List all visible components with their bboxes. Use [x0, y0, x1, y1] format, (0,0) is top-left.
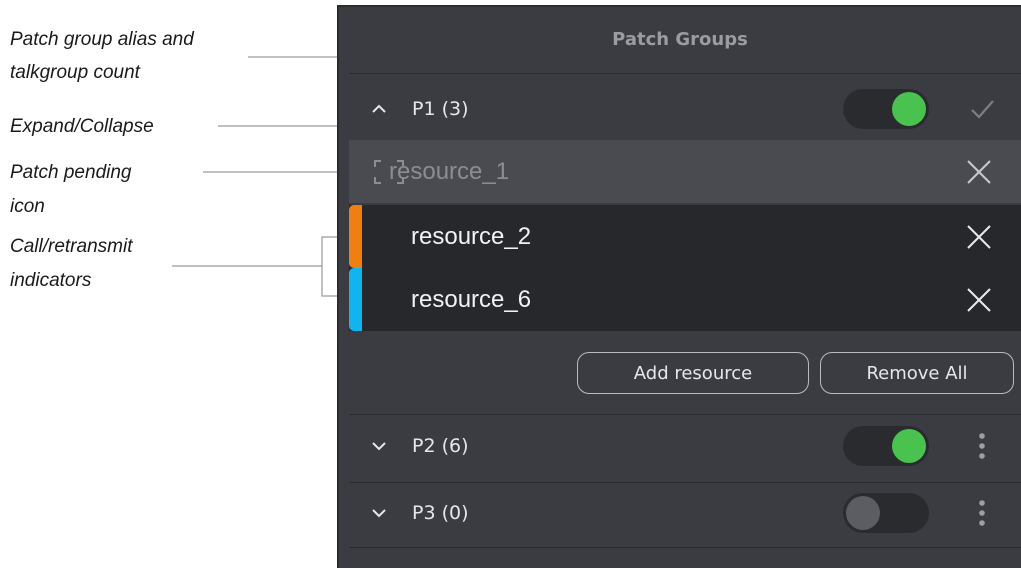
resource-row-retransmit[interactable]: resource_6	[349, 268, 1021, 331]
patch-group-label: P3 (0)	[412, 502, 469, 524]
resource-row-pending[interactable]: resource_1	[349, 140, 1021, 203]
divider	[349, 73, 1021, 74]
patch-group-label: P2 (6)	[412, 435, 469, 457]
resource-label: resource_6	[411, 285, 532, 313]
toggle-knob	[892, 92, 926, 126]
chevron-down-icon[interactable]	[371, 438, 387, 454]
add-resource-button[interactable]: Add resource	[577, 352, 809, 394]
patch-groups-panel: Patch Groups P1 (3) resource_1 resource_…	[337, 5, 1021, 568]
patch-group-toggle[interactable]	[843, 426, 929, 466]
remove-all-button[interactable]: Remove All	[820, 352, 1014, 394]
resource-label: resource_2	[411, 222, 532, 250]
patch-group-row-p2[interactable]: P2 (6)	[349, 416, 1021, 476]
callout-call-line1: Call/retransmit	[10, 236, 133, 257]
callout-pending-line2: icon	[10, 196, 45, 217]
callout-pending-line1: Patch pending	[10, 162, 132, 183]
chevron-down-icon[interactable]	[371, 505, 387, 521]
callout-alias-line2: talkgroup count	[10, 62, 140, 83]
remove-resource-icon[interactable]	[964, 285, 994, 315]
patch-group-row-p1[interactable]: P1 (3)	[349, 79, 1021, 139]
patch-group-row-p3[interactable]: P3 (0)	[349, 483, 1021, 543]
patch-group-toggle[interactable]	[843, 493, 929, 533]
callout-alias-line1: Patch group alias and	[10, 29, 194, 50]
resource-row-call[interactable]: resource_2	[349, 205, 1021, 268]
patch-group-toggle[interactable]	[843, 89, 929, 129]
remove-resource-icon[interactable]	[964, 222, 994, 252]
call-indicator	[349, 205, 362, 268]
divider	[349, 414, 1021, 415]
callout-expand-collapse: Expand/Collapse	[10, 116, 154, 137]
remove-resource-icon[interactable]	[964, 157, 994, 187]
patch-group-label: P1 (3)	[412, 98, 469, 120]
kebab-menu-icon[interactable]	[967, 431, 997, 461]
toggle-knob	[892, 429, 926, 463]
checkmark-icon[interactable]	[967, 94, 997, 124]
panel-title: Patch Groups	[612, 29, 748, 50]
resource-label: resource_1	[389, 157, 510, 185]
divider	[349, 547, 1021, 548]
retransmit-indicator	[349, 268, 362, 331]
chevron-up-icon[interactable]	[371, 101, 387, 117]
callout-call-line2: indicators	[10, 270, 92, 291]
kebab-menu-icon[interactable]	[967, 498, 997, 528]
toggle-knob	[846, 496, 880, 530]
